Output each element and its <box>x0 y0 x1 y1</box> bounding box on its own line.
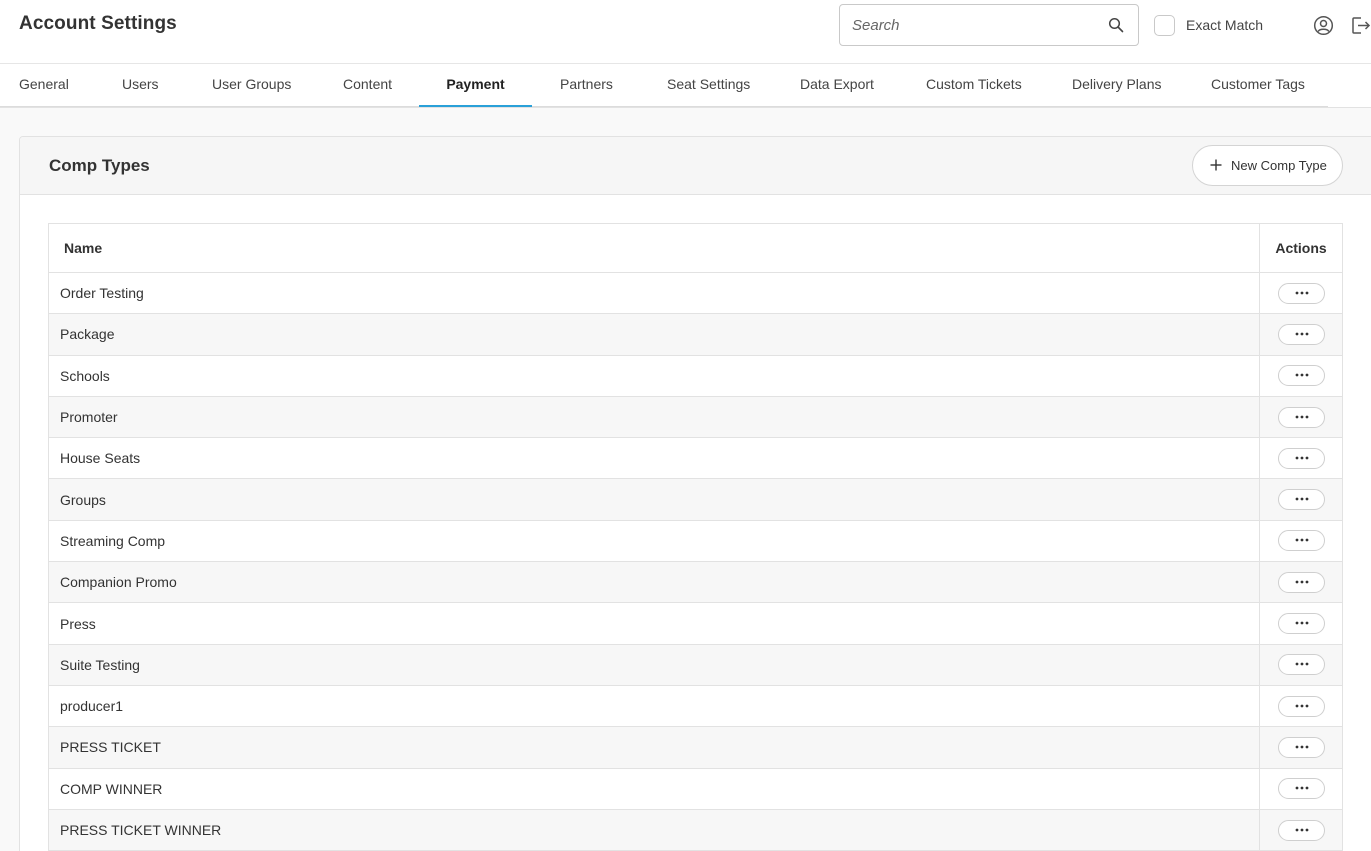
exact-match-label: Exact Match <box>1186 17 1264 33</box>
tab-custom-tickets[interactable]: Custom Tickets <box>926 64 1022 107</box>
tab-payment[interactable]: Payment <box>419 64 532 107</box>
row-actions-button[interactable] <box>1277 489 1325 511</box>
logout-icon[interactable] <box>1350 15 1371 36</box>
table-row: Package <box>48 313 1343 356</box>
table-header-row: Name Actions <box>48 223 1343 273</box>
card-header: Comp Types New Comp Type <box>20 137 1371 195</box>
more-dots-icon <box>1295 456 1308 460</box>
search-input[interactable] <box>852 5 1102 45</box>
row-name: Promoter <box>48 395 1260 439</box>
more-dots-icon <box>1295 580 1308 584</box>
row-name: Streaming Comp <box>48 519 1260 563</box>
row-name: COMP WINNER <box>48 767 1260 810</box>
row-actions-button[interactable] <box>1277 695 1325 717</box>
top-bar: Account Settings Exact Match <box>0 0 1371 64</box>
page-title: Account Settings <box>19 13 177 34</box>
row-actions-button[interactable] <box>1277 613 1325 635</box>
more-dots-icon <box>1295 497 1308 501</box>
more-dots-icon <box>1295 332 1308 336</box>
row-actions-button[interactable] <box>1277 778 1325 800</box>
row-name: Package <box>48 313 1260 356</box>
table-row: House Seats <box>48 437 1343 480</box>
tabs: General Users User Groups Content Paymen… <box>0 64 1328 107</box>
more-dots-icon <box>1295 291 1308 295</box>
more-dots-icon <box>1295 415 1308 418</box>
table-row: Order Testing <box>48 271 1343 315</box>
row-actions-button[interactable] <box>1277 736 1325 758</box>
table-row: PRESS TICKET WINNER <box>48 808 1343 851</box>
search-icon[interactable] <box>1108 17 1124 33</box>
table-row: producer1 <box>48 684 1343 728</box>
new-comp-type-label: New Comp Type <box>1231 158 1327 173</box>
more-dots-icon <box>1295 621 1308 625</box>
tab-seat-settings[interactable]: Seat Settings <box>667 64 750 107</box>
settings-tab-bar: General Users User Groups Content Paymen… <box>0 64 1371 108</box>
table-row: Promoter <box>48 395 1343 439</box>
more-dots-icon <box>1295 786 1308 790</box>
tab-users[interactable]: Users <box>122 64 159 107</box>
row-name: Schools <box>48 354 1260 397</box>
more-dots-icon <box>1295 828 1308 831</box>
user-circle-icon[interactable] <box>1313 15 1334 36</box>
table-row: Companion Promo <box>48 561 1343 604</box>
tab-general[interactable]: General <box>19 64 69 107</box>
row-actions-button[interactable] <box>1277 406 1325 428</box>
tab-partners[interactable]: Partners <box>560 64 613 107</box>
row-name: Press <box>48 602 1260 645</box>
table-row: Streaming Comp <box>48 519 1343 563</box>
row-name: Suite Testing <box>48 643 1260 686</box>
table-row: Groups <box>48 478 1343 521</box>
tab-delivery-plans[interactable]: Delivery Plans <box>1072 64 1161 107</box>
table-row: Schools <box>48 354 1343 397</box>
more-dots-icon <box>1295 539 1308 542</box>
tab-customer-tags[interactable]: Customer Tags <box>1211 64 1305 107</box>
tab-data-export[interactable]: Data Export <box>800 64 874 107</box>
column-header-name[interactable]: Name <box>48 223 1260 273</box>
row-actions-button[interactable] <box>1277 654 1325 676</box>
row-actions-button[interactable] <box>1277 819 1325 841</box>
row-name: Companion Promo <box>48 561 1260 604</box>
section-title: Comp Types <box>49 156 150 175</box>
table-row: COMP WINNER <box>48 767 1343 810</box>
plus-icon <box>1210 159 1222 171</box>
row-actions-button[interactable] <box>1277 365 1325 387</box>
row-name: PRESS TICKET WINNER <box>48 808 1260 851</box>
row-name: PRESS TICKET <box>48 726 1260 769</box>
row-actions-button[interactable] <box>1277 282 1325 304</box>
row-name: House Seats <box>48 437 1260 480</box>
row-name: Groups <box>48 478 1260 521</box>
row-actions-button[interactable] <box>1277 447 1325 469</box>
comp-types-table: Name Actions Order Testing Package Schoo… <box>48 223 1343 851</box>
row-actions-button[interactable] <box>1277 323 1325 345</box>
search-box[interactable] <box>839 4 1139 46</box>
row-name: producer1 <box>48 684 1260 728</box>
tab-content[interactable]: Content <box>343 64 392 107</box>
table-row: PRESS TICKET <box>48 726 1343 769</box>
exact-match-checkbox[interactable] <box>1154 15 1175 36</box>
row-name: Order Testing <box>48 271 1260 315</box>
tab-user-groups[interactable]: User Groups <box>212 64 291 107</box>
table-row: Press <box>48 602 1343 645</box>
more-dots-icon <box>1295 662 1308 666</box>
more-dots-icon <box>1295 745 1308 749</box>
row-actions-button[interactable] <box>1277 571 1325 593</box>
more-dots-icon <box>1295 373 1308 377</box>
table-row: Suite Testing <box>48 643 1343 686</box>
table-body: Order Testing Package Schools Promoter H… <box>48 271 1343 851</box>
column-header-actions: Actions <box>1259 223 1343 273</box>
row-actions-button[interactable] <box>1277 530 1325 552</box>
more-dots-icon <box>1295 704 1308 708</box>
new-comp-type-button[interactable]: New Comp Type <box>1192 145 1343 186</box>
